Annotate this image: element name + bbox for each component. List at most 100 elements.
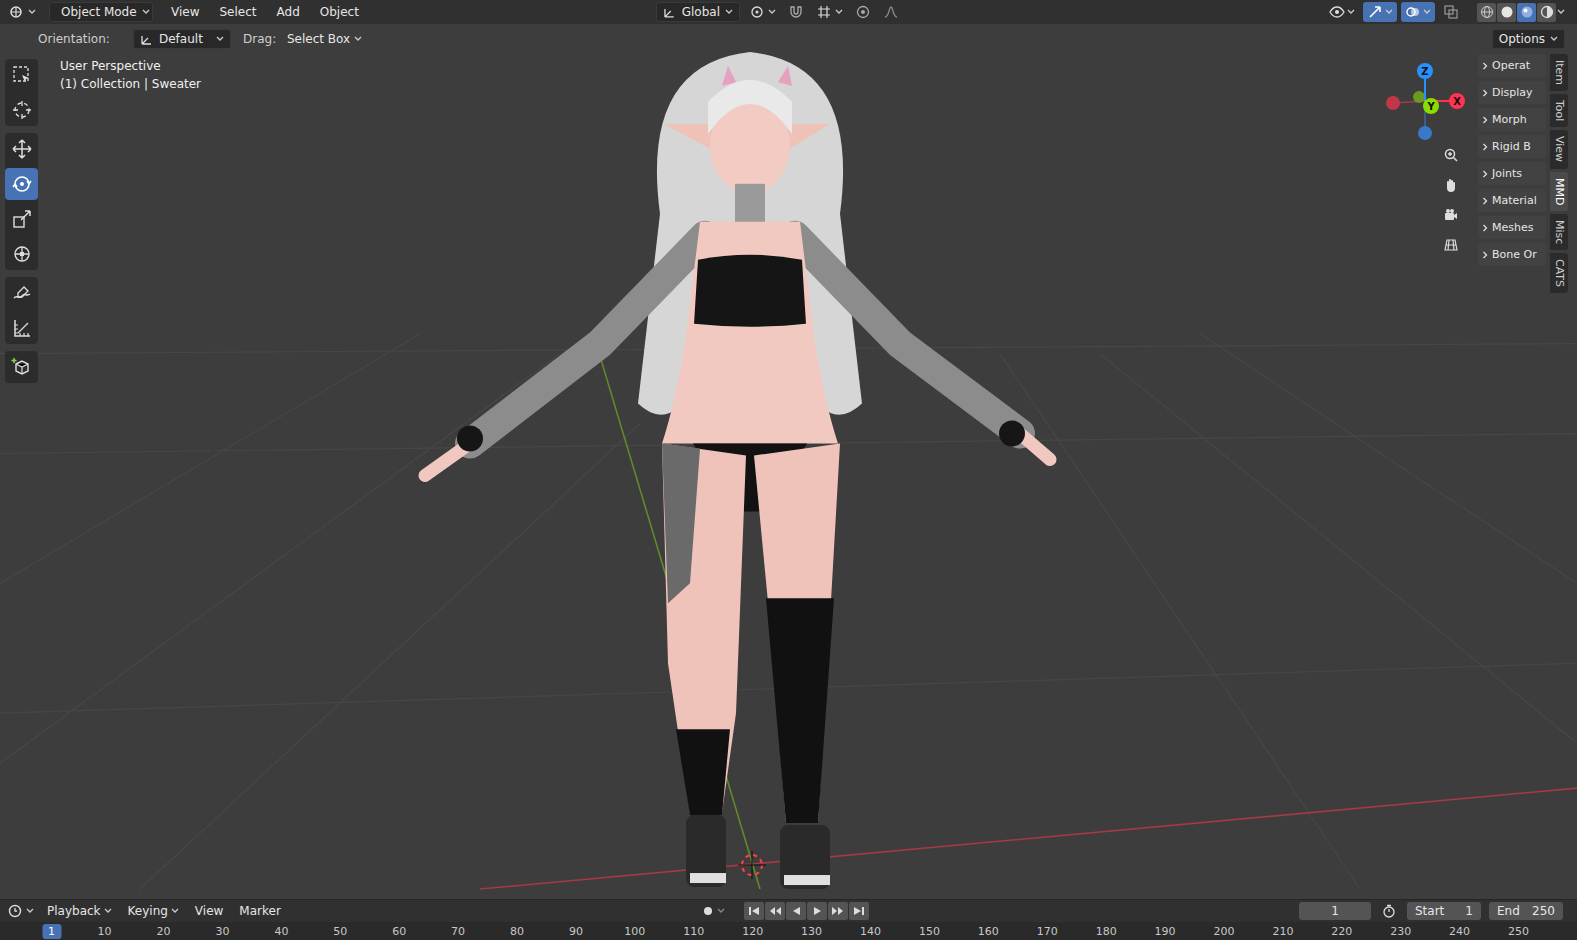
camera-icon [1443,207,1459,223]
chevron-icon [1481,62,1489,70]
playback-button[interactable] [807,902,827,920]
sidebar-tab[interactable]: Tool [1550,94,1568,127]
orientation-icon [140,33,154,45]
preview-range-button[interactable] [1379,902,1399,920]
drag-dropdown[interactable]: Select Box [283,32,366,46]
sidebar-tab[interactable]: Misc [1550,214,1568,250]
mode-dropdown[interactable]: Object Mode [49,2,153,22]
timeline-menu[interactable]: Playback [41,904,118,918]
sidebar-panel[interactable]: Morph [1478,108,1546,131]
sidebar-tab[interactable]: CATS [1550,253,1568,293]
tool-button[interactable] [5,312,38,344]
sidebar-tab[interactable]: MMD [1550,172,1568,211]
tool-button[interactable] [5,277,38,309]
sidebar-tab[interactable]: View [1550,130,1568,168]
rotate-icon [11,173,33,195]
playback-button[interactable] [828,902,848,920]
tool-button[interactable] [5,133,38,165]
end-frame-field[interactable]: End250 [1489,902,1563,920]
shading-button[interactable] [1517,3,1536,22]
header-menu[interactable]: View [163,3,207,21]
tool-button[interactable] [5,238,38,270]
navigation-gizmo[interactable]: ZYX [1385,59,1465,143]
snap-button[interactable] [785,2,807,22]
sidebar-panel[interactable]: Display [1478,81,1546,104]
frame-tick: 20 [151,924,177,939]
x-axis-line [480,788,1577,889]
frame-ruler[interactable]: 1102030405060708090100110120130140150160… [0,922,1577,940]
caret-icon[interactable] [1557,9,1565,15]
frame-tick: 10 [92,924,118,939]
sidebar-tabs: Item Tool View MMD Misc CATS [1550,54,1568,293]
zoom-button[interactable] [1439,143,1463,167]
tool-button[interactable] [5,59,38,91]
chevron-icon [1481,197,1489,205]
caret-icon [1423,9,1431,15]
header-toggle[interactable] [1401,2,1435,22]
sidebar-tab[interactable]: Item [1550,54,1568,91]
projection-button[interactable] [1439,233,1463,257]
sidebar-panel[interactable]: Material [1478,189,1546,212]
header-toggle[interactable] [1439,2,1463,22]
frame-tick: 30 [209,924,235,939]
options-dropdown[interactable]: Options [1492,29,1565,49]
falloff-button[interactable] [880,2,902,22]
clock-icon [7,904,23,918]
frame-tick: 80 [504,924,530,939]
hand-icon [1443,177,1459,193]
auto-key-button[interactable] [699,903,728,919]
frame-tick: 220 [1325,924,1358,939]
3d-viewport[interactable]: Orientation:DefaultDrag:Select BoxOption… [0,24,1577,899]
frame-tick: 250 [1502,924,1535,939]
snap-mode-button[interactable] [813,2,846,22]
cursor-icon [11,99,33,121]
tool-button[interactable] [5,168,38,200]
sidebar-panels: Operat Display Morph Rigid B Joints Material M… [1478,54,1546,266]
tool-button[interactable] [5,94,38,126]
sidebar-panel[interactable]: Operat [1478,54,1546,77]
start-frame-field[interactable]: Start1 [1407,902,1481,920]
prev-key-icon [768,905,782,917]
orientation-dropdown[interactable]: Default [133,29,231,49]
chevron-icon [1481,170,1489,178]
playback-button[interactable] [744,902,764,920]
tool-button[interactable] [5,203,38,235]
pivot-button[interactable] [746,2,779,22]
shading-button[interactable] [1477,3,1496,22]
chevron-icon [1481,251,1489,259]
proportional-button[interactable] [852,2,874,22]
header-menu[interactable]: Add [269,3,308,21]
playback-button[interactable] [849,902,869,920]
pan-button[interactable] [1439,173,1463,197]
axis-icon [9,5,25,19]
sidebar-panel[interactable]: Joints [1478,162,1546,185]
caret-icon [28,9,36,15]
timeline-menu[interactable]: Marker [233,904,286,918]
wireframe-shading-icon [1480,5,1494,19]
tool-group [5,351,38,383]
timeline-menu[interactable]: Keying [122,904,185,918]
material-shading-icon [1520,5,1534,19]
editor-type-button[interactable] [6,3,39,21]
camera-view-button[interactable] [1439,203,1463,227]
playback-button[interactable] [786,902,806,920]
sidebar-panel[interactable]: Rigid B [1478,135,1546,158]
shading-button[interactable] [1497,3,1516,22]
shading-button[interactable] [1537,3,1556,22]
header-toggle[interactable] [1325,3,1359,21]
solid-shading-icon [1500,5,1514,19]
header-toggle[interactable] [1363,2,1397,22]
frame-tick: 1 [42,924,61,939]
header-menu[interactable]: Object [312,3,367,21]
sidebar-panel[interactable]: Meshes [1478,216,1546,239]
header-menu[interactable]: Select [211,3,264,21]
transform-orientation-dropdown[interactable]: Global [656,2,740,22]
timeline-editor-button[interactable] [4,902,37,920]
playback-button[interactable] [765,902,785,920]
caret-icon [1385,9,1393,15]
view-name: User Perspective [60,57,1385,75]
current-frame-field[interactable]: 1 [1299,902,1371,920]
sidebar-panel[interactable]: Bone Or [1478,243,1546,266]
timeline-menu[interactable]: View [189,904,229,918]
tool-button[interactable] [5,351,38,383]
